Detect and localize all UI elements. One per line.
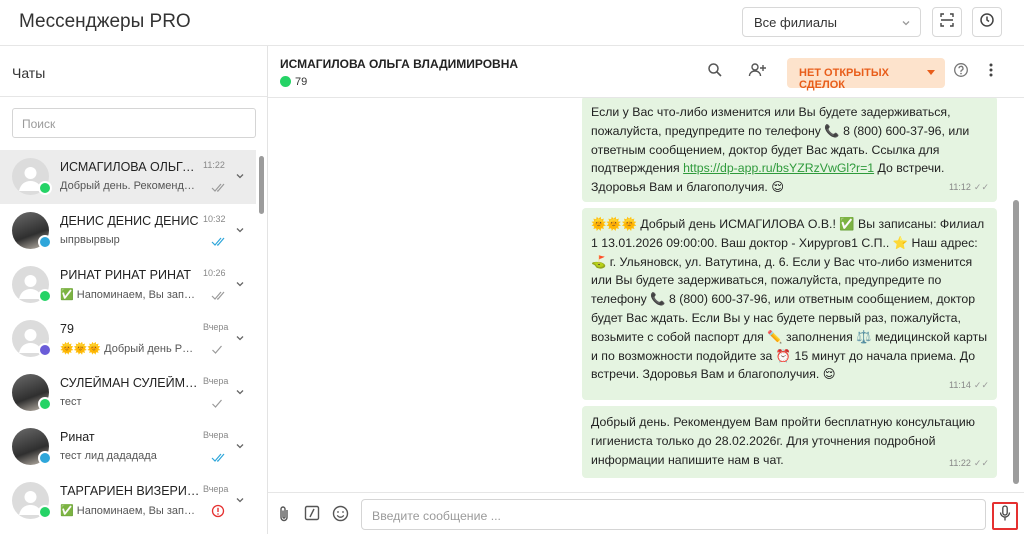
message-bubble: Если у Вас что-либо изменится или Вы буд… [582,98,997,202]
attach-icon[interactable] [276,505,292,528]
chevron-down-icon[interactable] [235,384,245,402]
clock-icon [979,12,995,33]
chats-sidebar: Чаты Поиск ИСМАГИЛОВА ОЛЬГА В... 11:22 Доб… [0,46,268,534]
chat-name: СУЛЕЙМАН СУЛЕЙМАН... [60,376,200,390]
chat-list-item[interactable]: ДЕНИС ДЕНИС ДЕНИС 10:32 ыпрвырвыр [0,204,256,258]
whatsapp-icon [38,397,52,411]
chat-time: Вчера [203,484,229,494]
message-status-icon [211,288,227,306]
chat-name: РИНАТ РИНАТ РИНАТ [60,268,191,282]
chat-list-item[interactable]: СУЛЕЙМАН СУЛЕЙМАН... Вчера тест [0,366,256,420]
emoji-icon[interactable] [332,505,349,527]
search-input[interactable]: Поиск [12,108,256,138]
chat-list-item[interactable]: РИНАТ РИНАТ РИНАТ 10:26 ✅ Напоминаем, Вы з… [0,258,256,312]
chevron-down-icon[interactable] [235,330,245,348]
chats-title: Чаты [12,65,46,81]
microphone-icon [999,505,1011,527]
chat-name: 79 [60,322,74,336]
chevron-down-icon[interactable] [235,222,245,240]
top-bar: Мессенджеры PRO Все филиалы [0,0,1024,46]
template-icon[interactable] [304,505,320,526]
composer: Введите сообщение ... [268,492,1024,534]
whatsapp-icon [38,289,52,303]
microphone-button[interactable] [992,502,1018,530]
deals-button-label: НЕТ ОТКРЫТЫХ СДЕЛОК [799,67,889,91]
double-check-icon: ✓✓ [973,182,989,193]
message-status-icon [211,180,227,198]
chat-name: ДЕНИС ДЕНИС ДЕНИС [60,214,199,228]
chevron-down-icon[interactable] [235,276,245,294]
scrollbar[interactable] [259,156,264,214]
chat-time: 10:32 [203,214,226,224]
message-bubble: 🌞🌞🌞 Добрый день ИСМАГИЛОВА О.В.! ✅ Вы за… [582,208,997,400]
add-user-icon[interactable] [748,62,768,83]
branch-select[interactable]: Все филиалы [742,7,921,37]
message-status-icon [211,234,227,252]
scan-button[interactable] [932,7,962,37]
help-icon[interactable] [953,62,969,83]
more-vertical-icon[interactable] [985,62,997,83]
double-check-icon: ✓✓ [973,458,989,469]
deals-button[interactable]: НЕТ ОТКРЫТЫХ СДЕЛОК [787,58,945,91]
chat-preview: 🌞🌞🌞 Добрый день РИ... [60,343,198,355]
message-time: 11:22 ✓✓ [949,458,989,469]
chat-time: 10:26 [203,268,226,278]
chat-list: ИСМАГИЛОВА ОЛЬГА В... 11:22 Добрый день. Р… [0,150,256,528]
chat-preview: ыпрвырвыр [60,234,120,246]
chat-name: ИСМАГИЛОВА ОЛЬГА В... [60,160,200,174]
chat-time: 11:22 [203,160,225,170]
messages-area: Если у Вас что-либо изменится или Вы буд… [268,98,1010,492]
chat-preview: тест [60,396,82,408]
chevron-down-icon [901,16,911,31]
message-time: 11:12 ✓✓ [949,182,989,193]
chat-time: Вчера [203,430,229,440]
app-title: Мессенджеры PRO [19,11,191,32]
chat-preview: Добрый день. Рекомендуе... [60,180,198,192]
chevron-down-icon[interactable] [235,168,245,186]
chevron-down-icon[interactable] [235,438,245,456]
message-time: 11:14 ✓✓ [949,380,989,391]
contact-name[interactable]: ИСМАГИЛОВА ОЛЬГА ВЛАДИМИРОВНА [280,57,518,71]
chat-preview: ✅ Напоминаем, Вы запис... [60,289,198,301]
scan-icon [939,12,955,33]
message-status-icon [211,396,223,414]
chat-list-item[interactable]: 79 Вчера 🌞🌞🌞 Добрый день РИ... [0,312,256,366]
message-status-icon [211,342,223,360]
message-status-icon [211,504,225,523]
chat-list-item[interactable]: ТАРГАРИЕН ВИЗЕРИС Э...Вчера ✅ Напоминаем,… [0,474,256,528]
contact-phone: 79 [295,76,308,88]
message-input[interactable]: Введите сообщение ... [361,499,986,530]
chat-name: Ринат [60,430,95,444]
chat-time: Вчера [203,322,229,332]
chat-name: ТАРГАРИЕН ВИЗЕРИС Э... [60,484,200,498]
chat-list-item[interactable]: ИСМАГИЛОВА ОЛЬГА В... 11:22 Добрый день. Р… [0,150,256,204]
caret-down-icon [927,70,935,75]
branch-select-value: Все филиалы [754,15,837,30]
whatsapp-icon [38,505,52,519]
telegram-icon [38,235,52,249]
messages-scrollbar[interactable] [1013,200,1019,484]
confirmation-link[interactable]: https://dp-app.ru/bsYZRzVwGl?r=1 [683,161,874,175]
search-icon[interactable] [707,62,723,83]
message-text: 🌞🌞🌞 Добрый день ИСМАГИЛОВА О.В.! ✅ Вы за… [591,217,988,382]
chat-header: ИСМАГИЛОВА ОЛЬГА ВЛАДИМИРОВНА 79 НЕТ ОТК… [268,46,1024,98]
viber-icon [38,343,52,357]
message-status-icon [211,450,227,468]
chat-preview: ✅ Напоминаем, Вы запис... [60,505,198,517]
message-text: Добрый день. Рекомендуем Вам пройти бесп… [591,415,975,467]
history-button[interactable] [972,7,1002,37]
telegram-icon [38,451,52,465]
divider [0,96,267,97]
chat-list-item[interactable]: Ринат Вчера тест лид дададада [0,420,256,474]
whatsapp-icon [38,181,52,195]
chat-time: Вчера [203,376,229,386]
message-bubble: Добрый день. Рекомендуем Вам пройти бесп… [582,406,997,478]
whatsapp-icon [280,76,291,87]
chevron-down-icon[interactable] [235,492,245,510]
double-check-icon: ✓✓ [973,380,989,391]
chat-preview: тест лид дададада [60,450,157,462]
